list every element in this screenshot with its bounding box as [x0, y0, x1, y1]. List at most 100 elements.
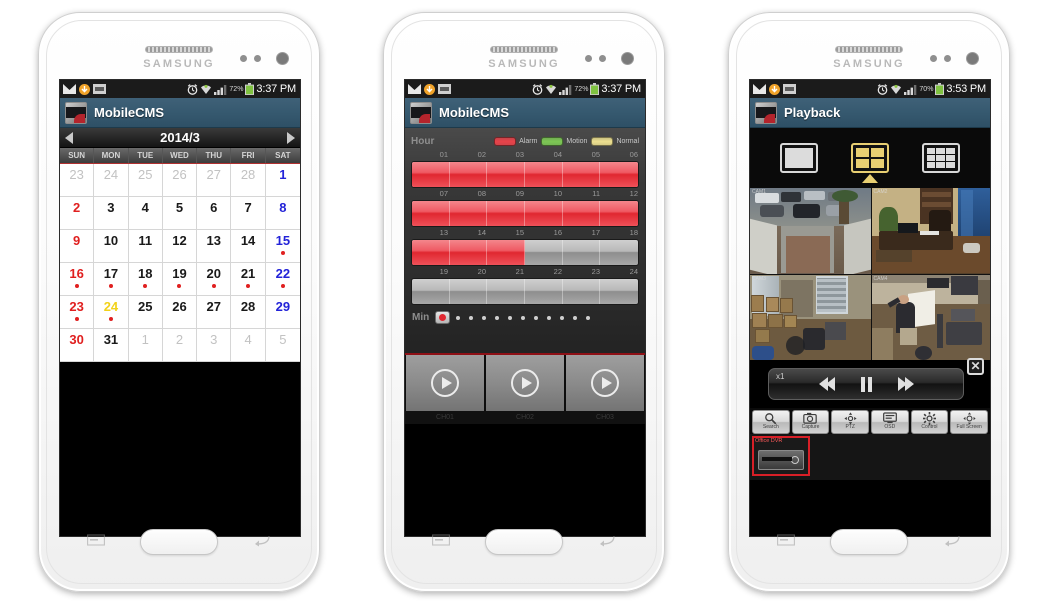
calendar-day-cell[interactable]: 31: [94, 329, 129, 362]
calendar-day-cell[interactable]: 22: [265, 263, 300, 296]
calendar-day-cell[interactable]: 1: [265, 164, 300, 197]
toolbar-button-osd[interactable]: OSD: [871, 410, 909, 434]
calendar-day-cell[interactable]: 6: [197, 197, 232, 230]
calendar-day-cell[interactable]: 3: [197, 329, 232, 362]
calendar-day-cell[interactable]: 28: [231, 296, 266, 329]
toolbar-button-capture[interactable]: Capture: [791, 410, 830, 434]
layout-selector-bar[interactable]: [750, 128, 990, 188]
prev-month-button[interactable]: [65, 131, 73, 144]
rewind-button[interactable]: [818, 377, 835, 391]
layout-button-4up[interactable]: [850, 143, 889, 183]
pause-button[interactable]: [860, 376, 872, 392]
device-list-strip[interactable]: Office DVR: [750, 434, 990, 480]
calendar-day-cell[interactable]: 13: [197, 230, 232, 263]
menu-key-icon[interactable]: [777, 533, 795, 547]
calendar-day-cell[interactable]: 29: [265, 296, 300, 329]
timeline-bar[interactable]: [411, 161, 639, 188]
timeline-row-2[interactable]: 07 08 09 10 11 12: [411, 189, 639, 227]
home-button[interactable]: [830, 529, 908, 555]
calendar-day-cell[interactable]: 19: [162, 263, 198, 296]
timeline-segment[interactable]: [563, 279, 601, 304]
back-key-icon[interactable]: [253, 533, 271, 547]
camera-cell-2[interactable]: CAM2: [871, 188, 990, 274]
playback-toolbar[interactable]: Search Capture PTZ OSD Control Full Screen: [750, 408, 990, 434]
camera-cell-1[interactable]: CAM1: [750, 188, 871, 274]
timeline-segment[interactable]: [449, 240, 488, 265]
timeline-segment[interactable]: [449, 162, 488, 187]
timeline-segment[interactable]: [600, 279, 638, 304]
calendar-day-cell[interactable]: 23: [60, 296, 95, 329]
calendar-day-cell[interactable]: 11: [128, 230, 163, 263]
toolbar-button-search[interactable]: Search: [752, 410, 790, 434]
calendar-day-cell[interactable]: 24: [94, 164, 129, 197]
timeline-bar[interactable]: [411, 239, 639, 266]
layout-button-1up[interactable]: [780, 143, 819, 173]
timeline-segment[interactable]: [412, 279, 450, 304]
calendar-day-cell[interactable]: 2: [60, 197, 95, 230]
calendar-day-cell[interactable]: 8: [265, 197, 300, 230]
calendar-day-cell[interactable]: 25: [128, 296, 163, 329]
camera-cell-3[interactable]: CAM3: [750, 274, 871, 360]
timeline-segment[interactable]: [563, 240, 601, 265]
timeline-segment[interactable]: [412, 240, 450, 265]
calendar-day-cell[interactable]: 1: [128, 329, 163, 362]
toolbar-button-full-screen[interactable]: Full Screen: [950, 410, 988, 434]
calendar-day-cell[interactable]: 5: [162, 197, 198, 230]
record-indicator-button[interactable]: [435, 311, 451, 324]
timeline-segment[interactable]: [449, 201, 488, 226]
calendar-day-cell[interactable]: 3: [94, 197, 129, 230]
timeline-segment[interactable]: [600, 162, 638, 187]
calendar-day-cell[interactable]: 27: [197, 296, 232, 329]
home-button[interactable]: [485, 529, 563, 555]
calendar-day-cell[interactable]: 15: [265, 230, 300, 263]
calendar-day-cell[interactable]: 23: [60, 164, 95, 197]
calendar-day-grid[interactable]: 23 24 25 26 27 28 1 2 3 4 5 6 7 8 9 10 11 12 13 14 15 16 17 18 1…: [60, 164, 300, 362]
calendar-day-cell[interactable]: 20: [197, 263, 232, 296]
calendar-day-cell[interactable]: 12: [162, 230, 198, 263]
menu-key-icon[interactable]: [87, 533, 105, 547]
layout-button-9up[interactable]: [921, 143, 960, 173]
timeline-bar[interactable]: [411, 278, 639, 305]
calendar-day-cell[interactable]: 10: [94, 230, 129, 263]
home-button[interactable]: [140, 529, 218, 555]
timeline-segment[interactable]: [525, 201, 563, 226]
close-controls-button[interactable]: ✕: [967, 358, 984, 375]
calendar-day-cell[interactable]: 21: [231, 263, 266, 296]
timeline-segment[interactable]: [487, 201, 525, 226]
timeline-segment[interactable]: [525, 162, 563, 187]
play-channel-button[interactable]: [406, 355, 484, 411]
timeline-segment[interactable]: [450, 279, 488, 304]
timeline-segment[interactable]: [487, 240, 525, 265]
timeline-segment[interactable]: [487, 279, 525, 304]
calendar-day-cell[interactable]: 4: [128, 197, 163, 230]
calendar-day-cell[interactable]: 30: [60, 329, 95, 362]
toolbar-button-ptz[interactable]: PTZ: [831, 410, 869, 434]
play-channel-button[interactable]: [486, 355, 564, 411]
timeline-row-1[interactable]: 01 02 03 04 05 06: [411, 150, 639, 188]
timeline-row-4[interactable]: 19 20 21 22 23 24: [411, 267, 639, 305]
timeline-segment[interactable]: [525, 279, 563, 304]
play-channel-button[interactable]: [566, 355, 644, 411]
timeline-segment[interactable]: [412, 162, 450, 187]
timeline-segment[interactable]: [487, 162, 525, 187]
back-key-icon[interactable]: [943, 533, 961, 547]
calendar-day-cell[interactable]: 9: [60, 230, 95, 263]
timeline-segment[interactable]: [600, 201, 638, 226]
playback-control-bar[interactable]: x1: [768, 368, 964, 400]
menu-key-icon[interactable]: [432, 533, 450, 547]
timeline-row-3[interactable]: 13 14 15 16 17 18: [411, 228, 639, 266]
device-card-selected[interactable]: Office DVR: [752, 436, 810, 476]
toolbar-button-control[interactable]: Control: [910, 410, 949, 434]
next-month-button[interactable]: [287, 131, 295, 144]
calendar-day-cell[interactable]: 28: [231, 164, 266, 197]
timeline-segment[interactable]: [600, 240, 638, 265]
calendar-day-cell[interactable]: 16: [60, 263, 95, 296]
timeline-segment[interactable]: [412, 201, 450, 226]
calendar-day-cell[interactable]: 24: [94, 296, 129, 329]
timeline-segment[interactable]: [525, 240, 563, 265]
camera-cell-4[interactable]: CAM4: [871, 274, 990, 360]
calendar-day-cell[interactable]: 26: [162, 296, 198, 329]
camera-grid[interactable]: CAM1 CAM2 CAM3 CAM4: [750, 188, 990, 360]
timeline-segment[interactable]: [562, 162, 601, 187]
fast-forward-button[interactable]: [897, 377, 914, 391]
